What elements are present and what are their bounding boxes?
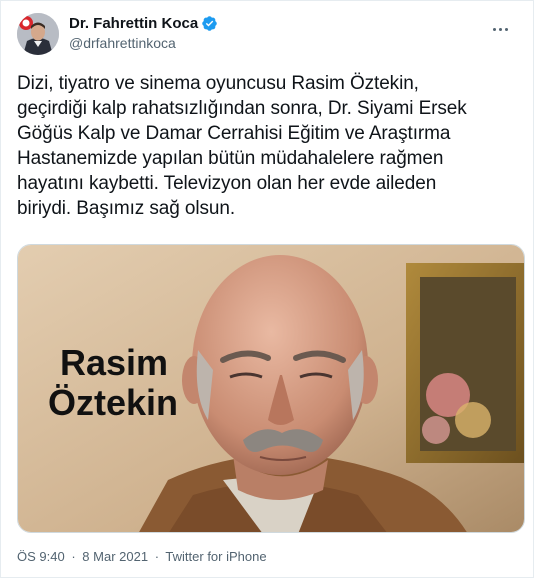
image-caption-line2: Öztekin [48, 382, 178, 423]
tweet-card: Dr. Fahrettin Koca @drfahrettinkoca Dizi… [0, 0, 534, 578]
tweet-text-line: biriydi. Başımız sağ olsun. [17, 198, 235, 219]
tweet-text-line: hayatını kaybetti. Televizyon olan her e… [17, 173, 437, 194]
tweet-header: Dr. Fahrettin Koca @drfahrettinkoca [17, 13, 521, 61]
dot [498, 27, 502, 31]
dot [492, 27, 496, 31]
meta-separator: · [154, 549, 160, 564]
tweet-text-line: geçirdiği kalp rahatsızlığından sonra, D… [17, 98, 467, 119]
tweet-meta: ÖS 9:40 · 8 Mar 2021 · Twitter for iPhon… [17, 549, 267, 564]
tweet-text-line: Dizi, tiyatro ve sinema oyuncusu Rasim Ö… [17, 73, 419, 94]
meta-separator: · [71, 549, 76, 564]
tweet-text-line: Hastanemizde yapılan bütün müdahalelere … [17, 148, 444, 169]
more-dots-icon[interactable] [489, 19, 511, 39]
avatar[interactable] [17, 13, 59, 55]
tweet-text: Dizi, tiyatro ve sinema oyuncusu Rasim Ö… [17, 71, 522, 221]
tweet-media-image[interactable]: Rasim Öztekin [17, 244, 525, 533]
tweet-text-line: Göğüs Kalp ve Damar Cerrahisi Eğitim ve … [17, 123, 451, 144]
author-handle[interactable]: @drfahrettinkoca [69, 35, 218, 51]
verified-badge-icon [202, 16, 217, 31]
display-name-row: Dr. Fahrettin Koca [69, 15, 218, 32]
author-names: Dr. Fahrettin Koca @drfahrettinkoca [69, 15, 218, 51]
tweet-source[interactable]: Twitter for iPhone [165, 549, 266, 564]
tweet-time[interactable]: ÖS 9:40 [17, 549, 65, 564]
dot [504, 27, 508, 31]
tweet-date[interactable]: 8 Mar 2021 [82, 549, 148, 564]
image-caption-line1: Rasim [60, 342, 168, 383]
author-display-name[interactable]: Dr. Fahrettin Koca [69, 15, 198, 32]
